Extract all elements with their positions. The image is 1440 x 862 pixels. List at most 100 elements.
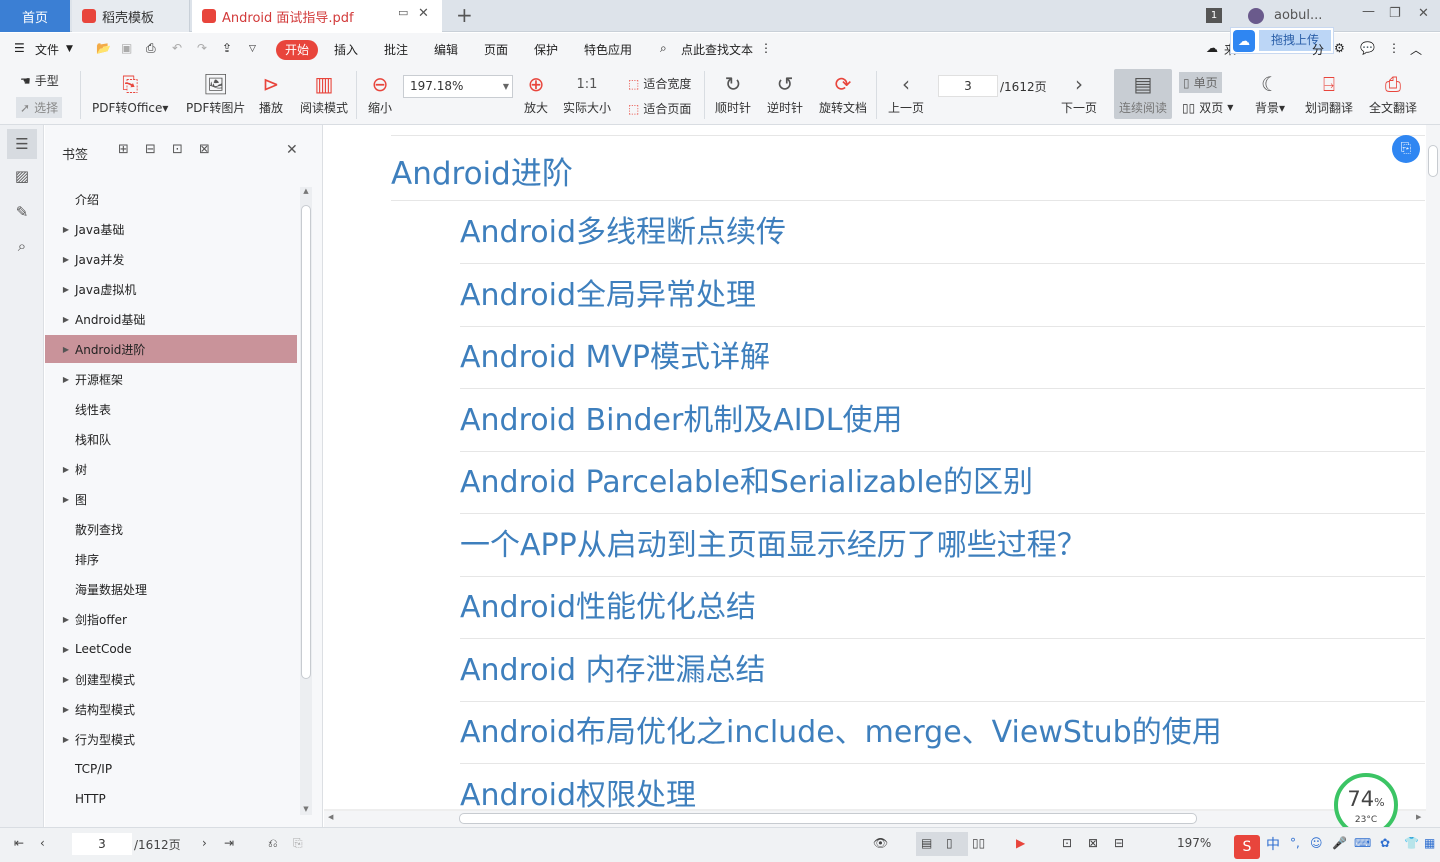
- tab-document[interactable]: Android 面试指导.pdf ▭ ✕: [192, 0, 442, 32]
- emoji-icon[interactable]: ☺: [1310, 836, 1323, 850]
- bookmark-item[interactable]: ▶ 图: [45, 485, 297, 513]
- actual-size-status-icon[interactable]: ⊡: [1062, 836, 1072, 850]
- grid-icon[interactable]: ▦: [1424, 836, 1435, 850]
- add-bookmark-icon[interactable]: ⊞: [118, 142, 129, 157]
- hand-tool[interactable]: ☚ 手型: [20, 72, 59, 89]
- bookmark-item[interactable]: 线性表: [45, 395, 297, 423]
- bookmark-item[interactable]: TCP/IP: [45, 755, 297, 783]
- menu-insert[interactable]: 插入: [334, 41, 358, 58]
- undo-icon[interactable]: ↶: [172, 41, 182, 55]
- bookmark-item[interactable]: 排序: [45, 545, 297, 573]
- minimize-icon[interactable]: —: [1362, 4, 1375, 19]
- select-tool[interactable]: ➚ 选择: [16, 97, 63, 118]
- first-page-icon[interactable]: ⇤: [14, 836, 24, 850]
- menu-page[interactable]: 页面: [484, 41, 508, 58]
- back-icon[interactable]: ⎌: [268, 836, 278, 851]
- doc-hscroll-thumb[interactable]: [459, 813, 1197, 824]
- read-mode-button[interactable]: ▥ 阅读模式: [300, 65, 348, 116]
- expand-arrow-icon[interactable]: ▶: [45, 285, 75, 294]
- tab-template[interactable]: 稻壳模板: [72, 0, 190, 32]
- toc-entry[interactable]: Android 内存泄漏总结: [460, 646, 1425, 702]
- hamburger-icon[interactable]: ☰: [14, 41, 25, 55]
- chevron-down-icon[interactable]: ▼: [66, 44, 73, 54]
- continuous-read-button[interactable]: ▤ 连续阅读: [1114, 69, 1172, 119]
- menu-special[interactable]: 特色应用: [584, 41, 632, 58]
- prev-page-button[interactable]: ‹ 上一页: [888, 65, 924, 116]
- single-page-button[interactable]: ▯ 单页: [1179, 72, 1222, 93]
- expand-arrow-icon[interactable]: ▶: [45, 375, 75, 384]
- scroll-right-icon[interactable]: ▶: [1416, 813, 1421, 821]
- toc-entry[interactable]: 一个APP从启动到主页面显示经历了哪些过程？: [460, 521, 1425, 577]
- status-page-input[interactable]: 3: [72, 833, 132, 855]
- prev-page-icon[interactable]: ‹: [40, 836, 45, 850]
- more-options-icon[interactable]: ⋮: [1388, 41, 1400, 55]
- punctuation-icon[interactable]: °,: [1290, 836, 1300, 850]
- next-page-icon[interactable]: ›: [202, 836, 207, 850]
- pdf-to-image-button[interactable]: 🖼 PDF转图片: [186, 65, 245, 116]
- actual-size-button[interactable]: 1:1 实际大小: [563, 65, 611, 116]
- ime-mode[interactable]: 中: [1266, 834, 1280, 854]
- toc-entry[interactable]: Android Binder机制及AIDL使用: [460, 396, 1425, 452]
- zoom-input[interactable]: 197.18% ▼: [403, 75, 513, 98]
- more-icon[interactable]: ⋮: [760, 41, 772, 55]
- bookmark-item[interactable]: ▶ Java基础: [45, 215, 297, 243]
- expand-arrow-icon[interactable]: ▶: [45, 645, 75, 654]
- search-doc-icon[interactable]: ⌕: [10, 237, 34, 259]
- forward-icon[interactable]: ⎘: [293, 836, 303, 851]
- bookmark-item[interactable]: ▶ 行为型模式: [45, 725, 297, 753]
- toc-entry[interactable]: Android权限处理: [460, 771, 1425, 812]
- double-mode-icon[interactable]: ▯▯: [972, 836, 985, 850]
- bookmark-item[interactable]: ▶ Java并发: [45, 245, 297, 273]
- bookmark-item[interactable]: ▶ Android基础: [45, 305, 297, 333]
- thumbnail-icon[interactable]: ▨: [10, 167, 34, 189]
- bookmark-options-icon[interactable]: ⊠: [199, 142, 210, 157]
- redo-icon[interactable]: ↷: [197, 41, 207, 55]
- eye-icon[interactable]: 👁: [873, 836, 888, 850]
- expand-arrow-icon[interactable]: ▶: [45, 735, 75, 744]
- doc-scroll-thumb[interactable]: [1428, 145, 1438, 177]
- menu-annotate[interactable]: 批注: [384, 41, 408, 58]
- status-zoom[interactable]: 197%: [1177, 836, 1211, 850]
- scroll-up-icon[interactable]: ▲: [300, 187, 312, 195]
- skin-icon[interactable]: ✿: [1380, 836, 1390, 850]
- menu-start[interactable]: 开始: [276, 40, 318, 60]
- bookmark-item[interactable]: ▶ 树: [45, 455, 297, 483]
- open-icon[interactable]: 📂: [96, 41, 111, 55]
- save-icon[interactable]: ▣: [121, 41, 132, 55]
- bookmark-item[interactable]: ▶ Java虚拟机: [45, 275, 297, 303]
- zoom-in-button[interactable]: ⊕ 放大: [523, 65, 549, 116]
- close-window-icon[interactable]: ✕: [1418, 6, 1429, 21]
- translate-full-button[interactable]: ⎙ 全文翻译: [1369, 65, 1417, 116]
- bookmark-item[interactable]: ▶ 创建型模式: [45, 665, 297, 693]
- background-button[interactable]: ☾ 背景▾: [1255, 65, 1285, 116]
- close-tab-icon[interactable]: ✕: [418, 6, 429, 21]
- menu-file[interactable]: 文件: [35, 41, 59, 58]
- fit-width-status-icon[interactable]: ⊟: [1114, 836, 1124, 850]
- toc-entry[interactable]: Android布局优化之include、merge、ViewStub的使用: [460, 708, 1425, 764]
- next-page-button[interactable]: › 下一页: [1061, 65, 1097, 116]
- expand-arrow-icon[interactable]: ▶: [45, 495, 75, 504]
- fit-page-button[interactable]: ⬚ 适合页面: [628, 100, 691, 117]
- single-mode-icon[interactable]: ▯: [946, 836, 953, 850]
- expand-arrow-icon[interactable]: ▶: [45, 315, 75, 324]
- delete-bookmark-icon[interactable]: ⊟: [145, 142, 156, 157]
- more-quick-icon[interactable]: ▽: [249, 44, 256, 54]
- cloud-sync-icon[interactable]: ☁: [1206, 41, 1218, 55]
- expand-arrow-icon[interactable]: ▶: [45, 255, 75, 264]
- scroll-left-icon[interactable]: ◀: [328, 813, 333, 821]
- bookmark-item[interactable]: 介绍: [45, 185, 297, 213]
- play-status-icon[interactable]: ▶: [1016, 836, 1025, 850]
- expand-arrow-icon[interactable]: ▶: [45, 705, 75, 714]
- annotation-icon[interactable]: ✎: [10, 203, 34, 225]
- user-name[interactable]: aobul...: [1274, 8, 1322, 23]
- chevron-down-icon[interactable]: ▼: [503, 76, 509, 97]
- rotate-doc-button[interactable]: ⟳ 旋转文档: [819, 65, 867, 116]
- expand-arrow-icon[interactable]: ▶: [45, 225, 75, 234]
- bookmark-item[interactable]: 散列查找: [45, 515, 297, 543]
- double-page-button[interactable]: ▯▯ 双页 ▼: [1182, 99, 1233, 116]
- menu-protect[interactable]: 保护: [534, 41, 558, 58]
- play-button[interactable]: ⊳ 播放: [258, 65, 284, 116]
- window-count-badge[interactable]: 1: [1206, 8, 1222, 23]
- continuous-mode-icon[interactable]: ▤: [921, 836, 932, 850]
- fit-page-status-icon[interactable]: ⊠: [1088, 836, 1098, 850]
